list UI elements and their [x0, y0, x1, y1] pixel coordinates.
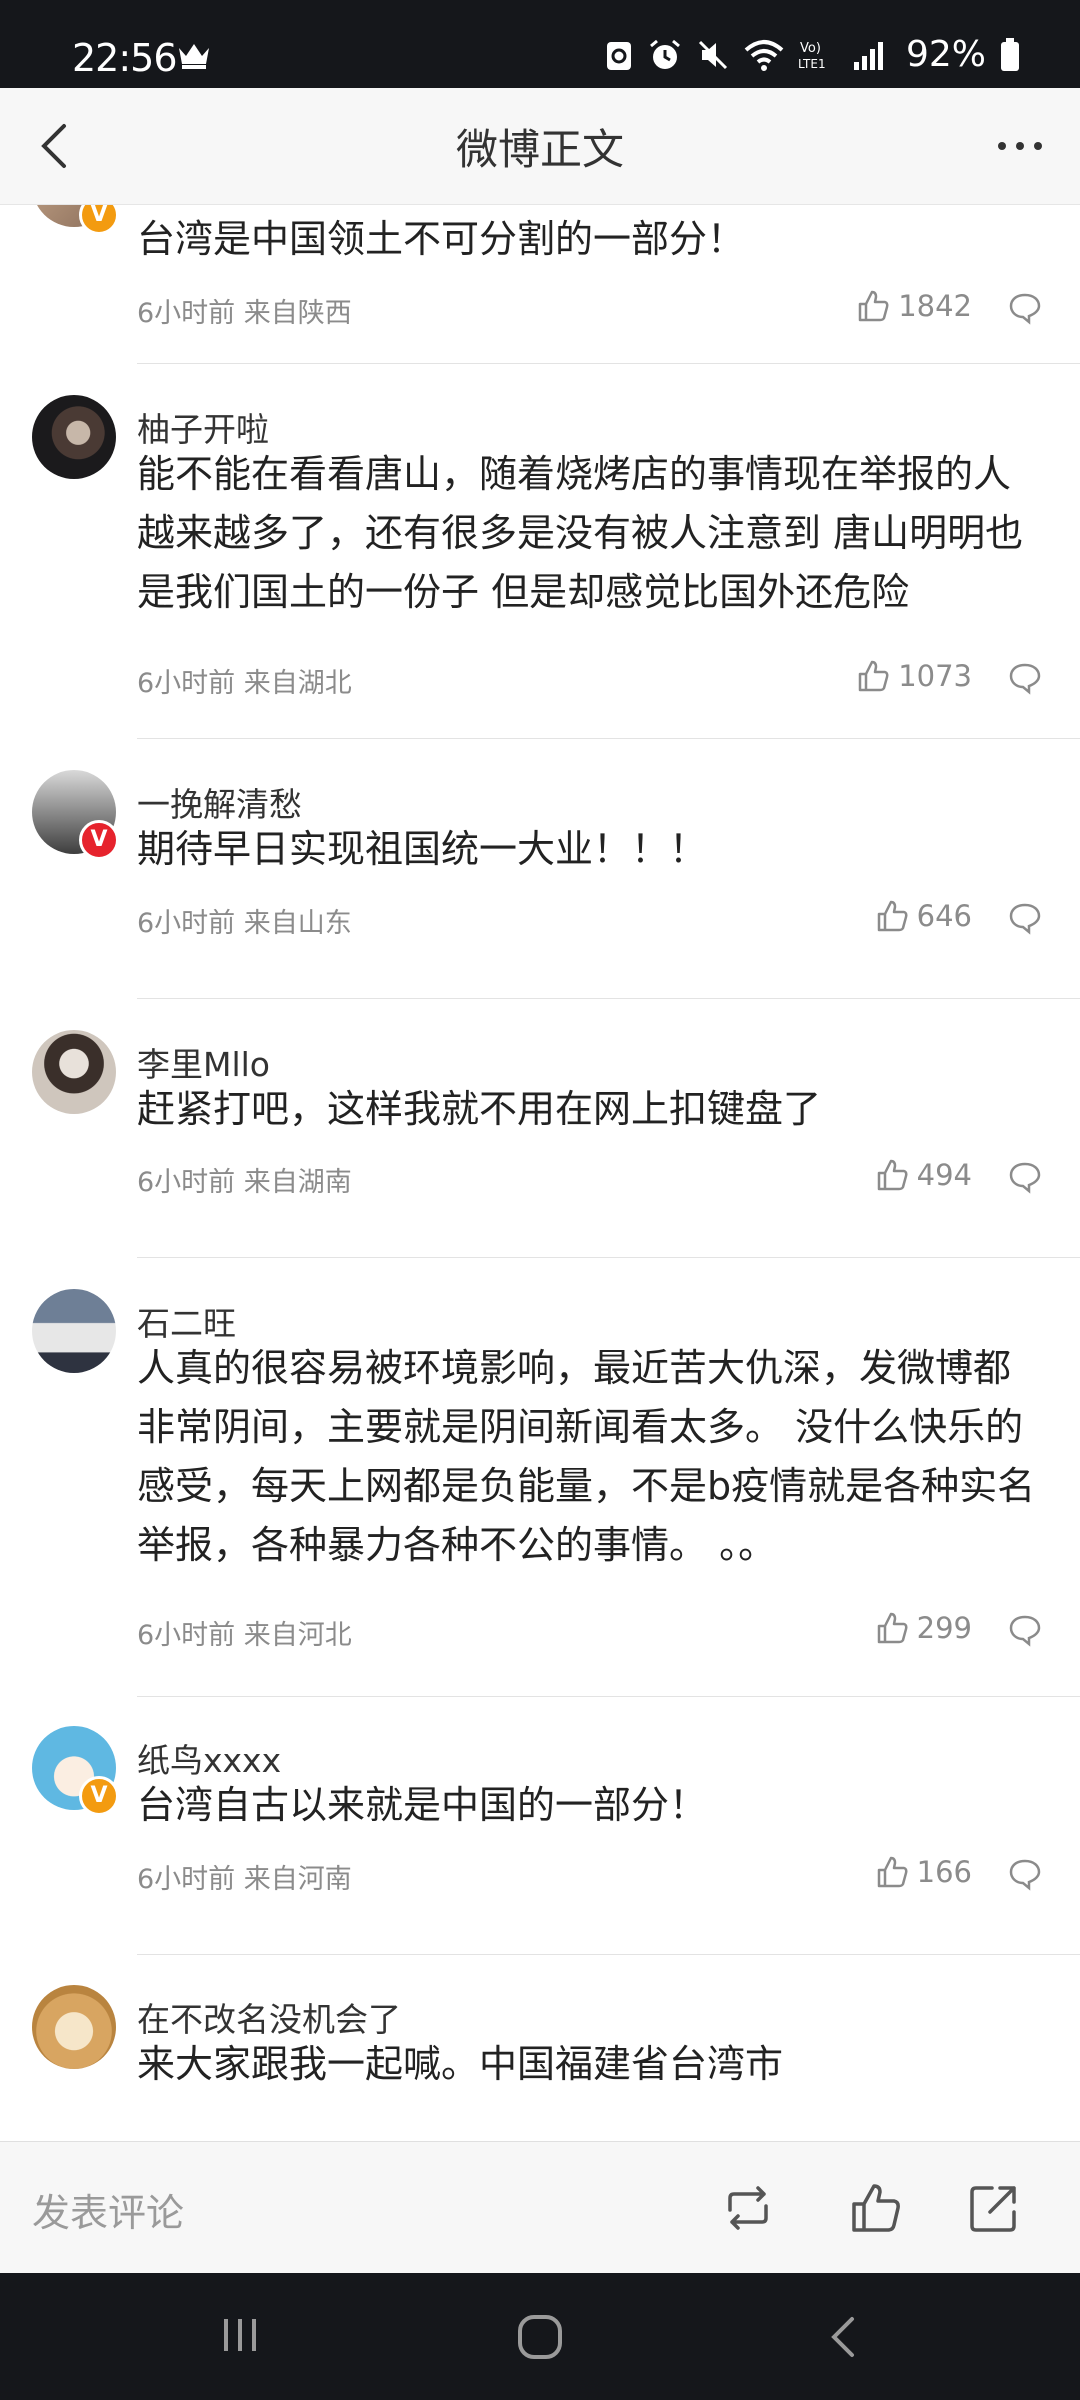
comment-list[interactable]: V 台湾是中国领土不可分割的一部分！ 6小时前 来自陕西 1842 柚子开啦 能… — [0, 205, 1080, 2140]
divider — [137, 1954, 1080, 1955]
crown-icon — [179, 44, 209, 69]
thumbs-up-icon — [858, 660, 889, 692]
verified-badge-icon: V — [79, 205, 119, 235]
like-count: 1073 — [898, 659, 972, 693]
home-icon[interactable] — [516, 2313, 564, 2361]
repost-icon[interactable] — [720, 2180, 776, 2236]
divider — [137, 998, 1080, 999]
comment-meta: 6小时前 来自河北 — [137, 1620, 352, 1651]
more-options-icon[interactable] — [990, 118, 1050, 174]
like-button[interactable]: 494 — [875, 1158, 972, 1192]
like-button[interactable]: 1842 — [856, 289, 972, 323]
comment-text: 人真的很容易被环境影响，最近苦大仇深，发微博都非常阴间，主要就是阴间新闻看太多。… — [137, 1346, 1036, 1567]
top-nav-bar: 微博正文 — [0, 88, 1080, 205]
avatar[interactable] — [32, 395, 116, 479]
username[interactable]: 石二旺 — [137, 1297, 236, 1345]
page-title: 微博正文 — [455, 125, 624, 174]
divider — [137, 738, 1080, 739]
svg-text:LTE1: LTE1 — [798, 57, 826, 71]
battery-icon — [1001, 37, 1019, 71]
username[interactable]: 柚子开啦 — [137, 403, 269, 451]
like-button[interactable]: 1073 — [856, 659, 972, 693]
divider — [137, 1257, 1080, 1258]
status-bar: 22:56 Vo) LTE1 92% — [0, 0, 1080, 88]
like-count: 494 — [916, 1158, 972, 1192]
comment-meta: 6小时前 来自河南 — [137, 1864, 352, 1895]
thumbs-up-icon — [877, 1612, 908, 1644]
status-icons: Vo) LTE1 92% — [604, 34, 1020, 75]
mute-icon — [698, 40, 728, 69]
divider — [137, 1696, 1080, 1697]
like-icon[interactable] — [848, 2180, 904, 2236]
comment-meta: 6小时前 来自陕西 — [137, 298, 352, 329]
system-nav-bar — [0, 2273, 1080, 2400]
thumbs-up-icon — [858, 290, 889, 322]
reply-bubble-icon[interactable] — [1008, 1160, 1042, 1194]
username[interactable]: 李里Mllo — [137, 1038, 270, 1086]
reply-bubble-icon[interactable] — [1008, 661, 1042, 695]
avatar[interactable] — [32, 1289, 116, 1373]
reply-bubble-icon[interactable] — [1008, 901, 1042, 935]
comment-action-bar: 发表评论 — [0, 2141, 1080, 2274]
reply-bubble-icon[interactable] — [1008, 291, 1042, 325]
like-count: 1842 — [898, 289, 972, 323]
comment-text: 台湾是中国领土不可分割的一部分！ — [137, 217, 746, 261]
thumbs-up-icon — [877, 1159, 908, 1191]
share-icon[interactable] — [966, 2180, 1022, 2236]
svg-text:Vo): Vo) — [800, 41, 821, 56]
comment-input[interactable]: 发表评论 — [32, 2182, 184, 2237]
like-count: 646 — [916, 899, 972, 933]
recycle-icon — [606, 41, 631, 70]
verified-badge-icon: V — [79, 1776, 119, 1816]
username[interactable]: 一挽解清愁 — [137, 778, 302, 826]
comment-meta: 6小时前 来自湖南 — [137, 1167, 352, 1198]
reply-bubble-icon[interactable] — [1008, 1857, 1042, 1891]
username[interactable]: 在不改名没机会了 — [137, 1993, 401, 2041]
thumbs-up-icon — [877, 900, 908, 932]
like-button[interactable]: 646 — [875, 899, 972, 933]
comment-meta: 6小时前 来自山东 — [137, 908, 352, 939]
reply-bubble-icon[interactable] — [1008, 1613, 1042, 1647]
comment-text: 能不能在看看唐山，随着烧烤店的事情现在举报的人越来越多了，还有很多是没有被人注意… — [137, 452, 1024, 614]
alarm-icon — [650, 39, 680, 69]
status-time: 22:56 — [72, 36, 178, 80]
divider — [137, 363, 1080, 364]
username[interactable]: 纸鸟xxxx — [137, 1734, 281, 1782]
like-button[interactable]: 299 — [875, 1611, 972, 1645]
thumbs-up-icon — [877, 1856, 908, 1888]
battery-level: 92% — [905, 34, 986, 75]
wifi-icon — [744, 39, 784, 71]
comment-text: 台湾自古以来就是中国的一部分！ — [137, 1783, 708, 1827]
avatar[interactable] — [32, 1030, 116, 1114]
recent-apps-icon[interactable] — [218, 2313, 262, 2357]
like-button[interactable]: 166 — [875, 1855, 972, 1889]
like-count: 166 — [916, 1855, 972, 1889]
comment-text: 期待早日实现祖国统一大业！！！ — [137, 827, 708, 871]
comment-meta: 6小时前 来自湖北 — [137, 668, 352, 699]
avatar[interactable] — [32, 1985, 116, 2069]
comment-text: 赶紧打吧，这样我就不用在网上扣键盘了 — [137, 1087, 822, 1131]
like-count: 299 — [916, 1611, 972, 1645]
comment-text: 来大家跟我一起喊。中国福建省台湾市 — [137, 2042, 784, 2086]
back-icon[interactable] — [822, 2313, 866, 2361]
verified-badge-icon: V — [79, 820, 119, 860]
volte-icon: Vo) LTE1 — [798, 41, 826, 71]
signal-icon — [853, 41, 883, 70]
